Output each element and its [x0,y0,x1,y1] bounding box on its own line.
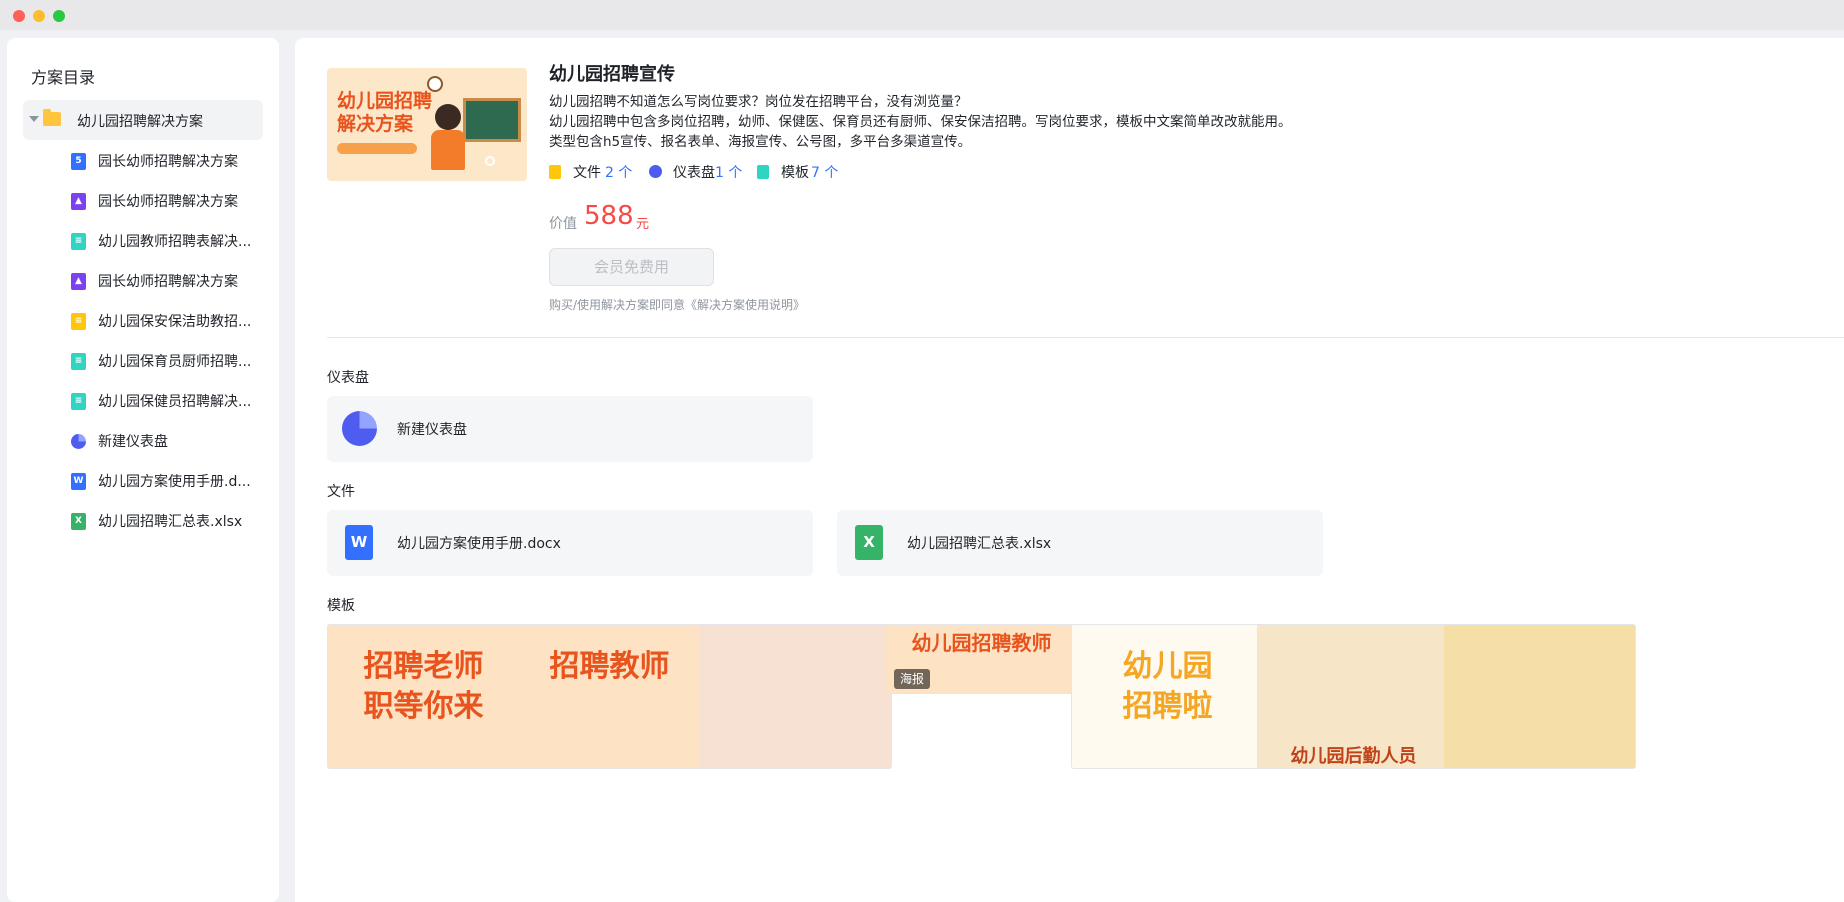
file-card-label: 幼儿园招聘汇总表.xlsx [907,536,1052,552]
sidebar-title: 方案目录 [31,68,96,87]
stat-files-name: 文件 [573,165,601,181]
sidebar-root-label: 幼儿园招聘解决方案 [77,114,203,130]
solution-directory-sidebar: 方案目录 幼儿园招聘解决方案 5 园长幼师招聘解决方案 ▲ 园长幼师招聘解决方案 ≡ 幼儿… [7,38,279,902]
window-close-button[interactable] [13,10,25,22]
sidebar-item-label: 幼儿园方案使用手册.d... [98,474,251,490]
solution-desc-line-1: 幼儿园招聘不知道怎么写岗位要求？岗位发在招聘平台，没有浏览量？ [549,94,968,110]
template-card[interactable]: 幼儿园招聘教师海报 [885,624,1078,694]
template-title: 幼儿园 招聘啦 [1122,649,1213,724]
price-label: 价值 [549,216,577,232]
teacher-body-illustration [431,130,465,170]
section-title-dashboard: 仪表盘 [327,370,369,386]
window-zoom-button[interactable] [53,10,65,22]
excel-icon: X [855,525,883,560]
file-card-label: 幼儿园方案使用手册.docx [397,536,561,552]
section-title-files: 文件 [327,484,355,500]
sidebar-item[interactable]: ▲ 园长幼师招聘解决方案 [23,180,263,220]
stat-files-count: 2 个 [605,165,633,181]
cover-title: 幼儿园招聘 解决方案 [337,90,433,135]
sidebar-item[interactable]: ≡ 幼儿园教师招聘表解决... [23,220,263,260]
file-card-xlsx[interactable]: X 幼儿园招聘汇总表.xlsx [837,510,1323,576]
sidebar-item-label: 新建仪表盘 [98,434,168,450]
dashboard-pie-icon [342,411,377,446]
dashboard-card-label: 新建仪表盘 [397,422,467,438]
sidebar-item[interactable]: 5 园长幼师招聘解决方案 [23,140,263,180]
solution-desc-line-2: 幼儿园招聘中包含多岗位招聘，幼师、保健医、保育员还有厨师、保安保洁招聘。写岗位要… [549,114,1292,130]
sidebar-root-folder[interactable]: 幼儿园招聘解决方案 [23,100,263,140]
sidebar-item[interactable]: ≡ 幼儿园保安保洁助教招... [23,300,263,340]
folder-icon [43,109,61,126]
poster-image-icon: ▲ [71,193,86,210]
template-icon [757,165,769,179]
sidebar-item-label: 园长幼师招聘解决方案 [98,194,238,210]
form-icon: ≡ [71,393,86,410]
template-card[interactable] [699,624,892,769]
window-titlebar [0,0,1844,30]
member-free-use-button[interactable]: 会员免费用 [549,248,714,286]
template-card[interactable]: 招聘老师 职等你来 [327,624,520,769]
template-title: 幼儿园招聘教师 [911,631,1052,655]
template-card[interactable] [1443,624,1636,769]
solution-cover-image[interactable]: 幼儿园招聘 解决方案 [327,68,527,181]
clock-illustration [427,76,443,92]
stat-templates-name: 模板 [781,165,809,181]
sidebar-item-label: 幼儿园保健员招聘解决... [98,394,252,410]
word-doc-icon: W [345,525,373,560]
sidebar-item[interactable]: 新建仪表盘 [23,420,263,460]
sidebar-item[interactable]: ▲ 园长幼师招聘解决方案 [23,260,263,300]
cover-band [337,143,417,154]
stat-dashboards-count: 1 个 [715,165,743,181]
play-icon[interactable] [485,156,495,166]
poster-image-icon: ▲ [71,273,86,290]
chalkboard-illustration [463,98,521,142]
form-icon: ≡ [71,353,86,370]
sidebar-item[interactable]: ≡ 幼儿园保健员招聘解决... [23,380,263,420]
solution-title: 幼儿园招聘宣传 [549,64,675,85]
teacher-head-illustration [435,104,461,130]
sidebar-item[interactable]: ≡ 幼儿园保育员厨师招聘... [23,340,263,380]
template-card[interactable]: 幼儿园 招聘啦 [1071,624,1264,769]
template-title: 幼儿园后勤人员 [1290,746,1417,767]
file-card-docx[interactable]: W 幼儿园方案使用手册.docx [327,510,813,576]
announcement-icon: ≡ [71,313,86,330]
word-doc-icon: W [71,473,86,490]
caret-down-icon[interactable] [29,116,39,122]
template-card[interactable]: 招聘教师 [513,624,706,769]
sidebar-item-label: 园长幼师招聘解决方案 [98,274,238,290]
sidebar-item[interactable]: X 幼儿园招聘汇总表.xlsx [23,500,263,540]
sidebar-item-label: 幼儿园保育员厨师招聘... [98,354,252,370]
h5-icon: 5 [71,153,86,170]
section-title-templates: 模板 [327,598,355,614]
window-minimize-button[interactable] [33,10,45,22]
sidebar-item[interactable]: W 幼儿园方案使用手册.d... [23,460,263,500]
dashboard-icon [649,165,662,178]
file-icon [549,165,561,179]
solution-desc-line-3: 类型包含h5宣传、报名表单、海报宣传、公号图，多平台多渠道宣传。 [549,134,972,150]
divider [327,337,1844,338]
sidebar-item-label: 幼儿园保安保洁助教招... [98,314,252,330]
dashboard-pie-icon [71,434,86,449]
agreement-text[interactable]: 购买/使用解决方案即同意《解决方案使用说明》 [549,296,805,313]
excel-icon: X [71,513,86,530]
dashboard-card[interactable]: 新建仪表盘 [327,396,813,462]
solution-detail-panel: 幼儿园招聘 解决方案 幼儿园招聘宣传 幼儿园招聘不知道怎么写岗位要求？岗位发在招… [295,38,1844,902]
template-title: 招聘老师 职等你来 [363,649,484,724]
template-type-badge: 海报 [894,669,931,689]
price-unit: 元 [636,217,650,232]
stat-dashboards-name: 仪表盘 [673,165,715,181]
template-title: 招聘教师 [549,649,670,684]
template-card[interactable]: 幼儿园后勤人员 [1257,624,1450,769]
sidebar-item-label: 园长幼师招聘解决方案 [98,154,238,170]
sidebar-item-label: 幼儿园招聘汇总表.xlsx [98,514,243,530]
form-icon: ≡ [71,233,86,250]
stat-templates-count: 7 个 [811,165,839,181]
sidebar-item-label: 幼儿园教师招聘表解决... [98,234,252,250]
price-value: 588 [584,201,634,231]
